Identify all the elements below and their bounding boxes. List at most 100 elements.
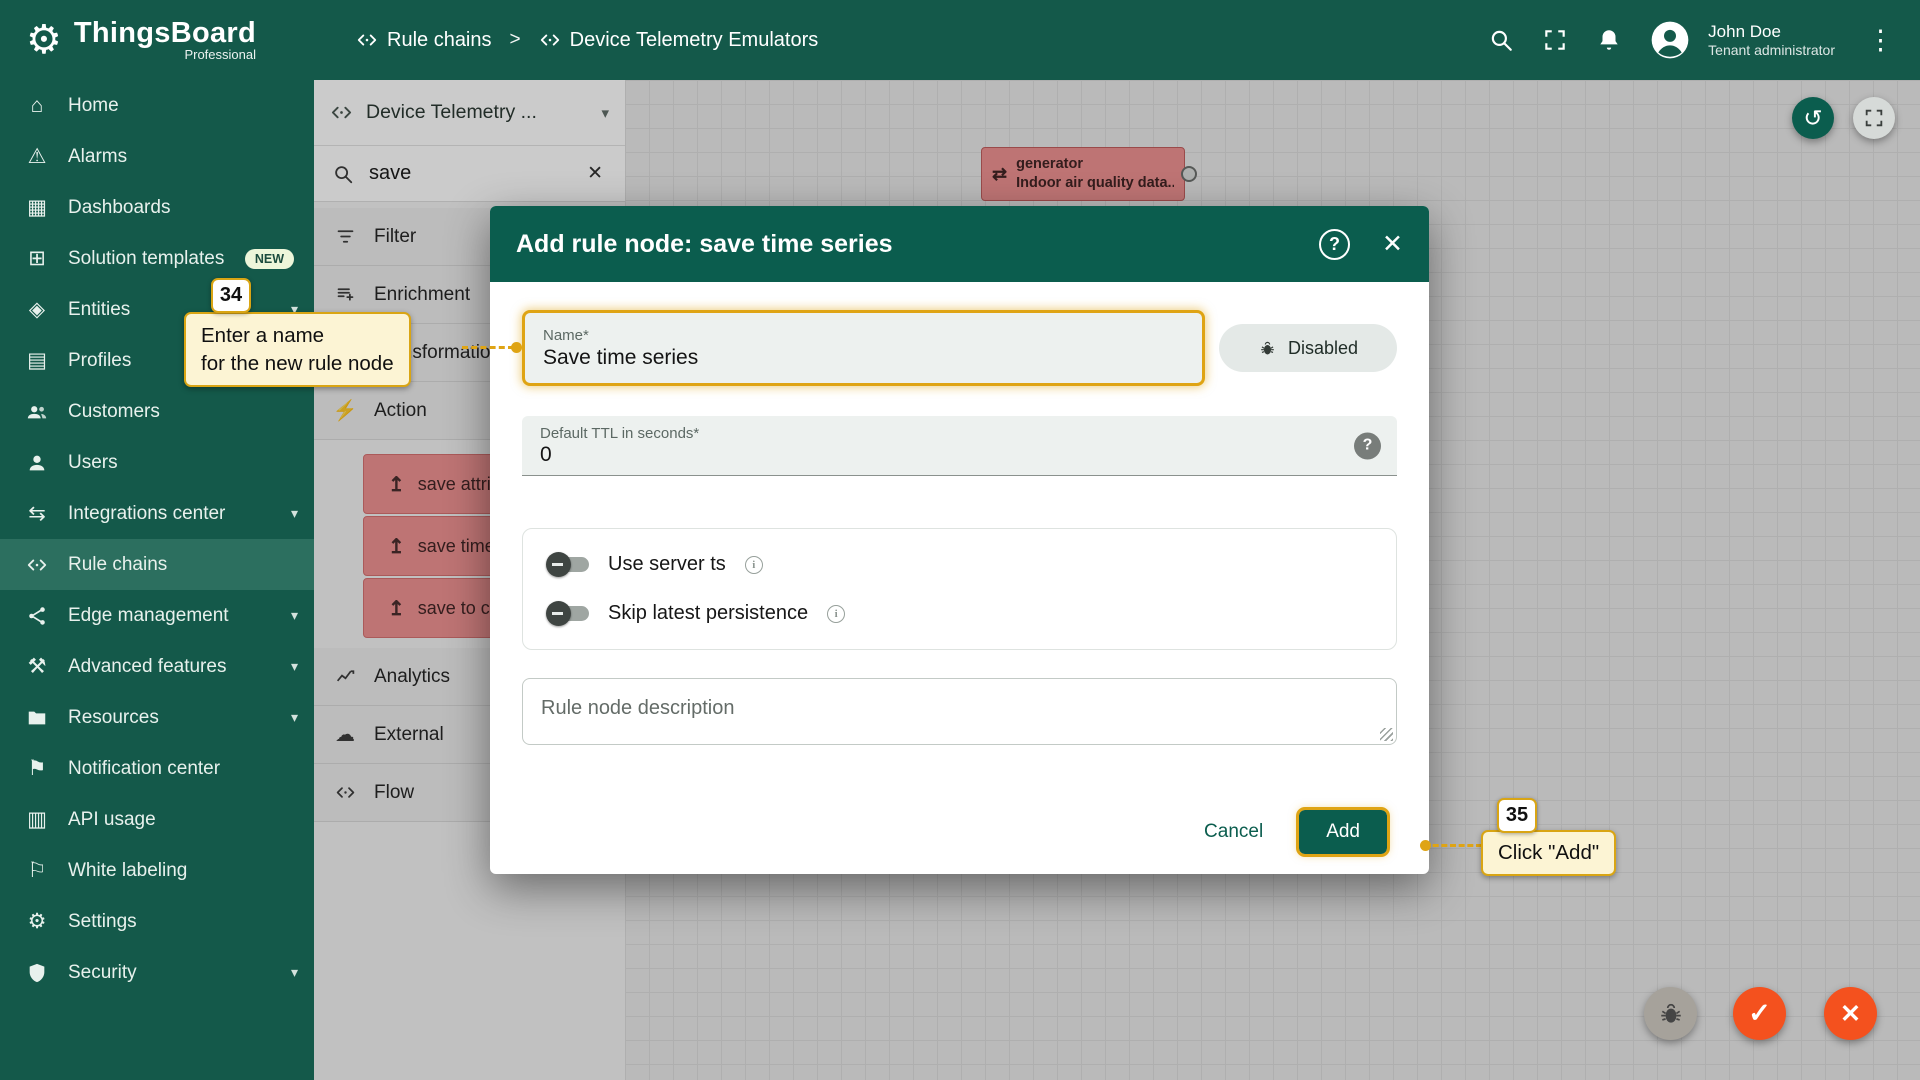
sidebar: ⌂ Home ⚠ Alarms ▦ Dashboards ⊞ Solution … (0, 80, 314, 1080)
discard-changes-button[interactable]: ✕ (1824, 987, 1877, 1040)
chevron-down-icon: ▾ (291, 709, 298, 726)
sidebar-item-dashboards[interactable]: ▦ Dashboards (0, 182, 314, 233)
annotation-dot-35 (1420, 840, 1431, 851)
thingsboard-app: ⚙ ThingsBoard Professional Rule chains >… (0, 0, 1920, 1080)
sidebar-item-edge-management[interactable]: Edge management ▾ (0, 590, 314, 641)
sidebar-item-white-labeling[interactable]: ⚐ White labeling (0, 845, 314, 896)
rule-chain-icon (356, 29, 378, 51)
breadcrumb-rule-chains[interactable]: Rule chains (356, 29, 492, 52)
alarm-icon: ⚠ (24, 145, 50, 169)
users-icon (24, 451, 50, 475)
solution-templates-icon: ⊞ (24, 247, 50, 271)
use-server-ts-label: Use server ts (608, 553, 726, 576)
name-input[interactable] (543, 346, 1184, 370)
resize-handle-icon[interactable] (1380, 728, 1393, 741)
rule-chain-icon (539, 29, 561, 51)
sidebar-item-users[interactable]: Users (0, 437, 314, 488)
fullscreen-icon[interactable] (1542, 27, 1568, 53)
info-icon: i (827, 605, 845, 623)
debug-disabled-button[interactable]: Disabled (1219, 324, 1397, 372)
profiles-icon: ▤ (24, 349, 50, 373)
header-actions: John Doe Tenant administrator ⋮ (1488, 20, 1920, 60)
debug-mode-button[interactable] (1644, 987, 1697, 1040)
step-tooltip-34: Enter a name for the new rule node (184, 312, 411, 387)
cancel-button[interactable]: Cancel (1204, 821, 1263, 843)
help-icon[interactable]: ? (1319, 229, 1350, 260)
settings-gear-icon: ⚙ (24, 910, 50, 934)
overflow-menu-icon[interactable]: ⋮ (1863, 25, 1898, 56)
breadcrumb: Rule chains > Device Telemetry Emulators (356, 29, 818, 52)
debug-button-label: Disabled (1288, 338, 1358, 359)
use-server-ts-toggle[interactable] (549, 557, 589, 572)
dialog-body: Name* Disabled Default TTL in seconds* ? (490, 282, 1429, 874)
sidebar-item-advanced-features[interactable]: ⚒ Advanced features ▾ (0, 641, 314, 692)
sidebar-item-resources[interactable]: Resources ▾ (0, 692, 314, 743)
annotation-connector-35 (1424, 844, 1482, 847)
info-icon: i (745, 556, 763, 574)
ttl-field: Default TTL in seconds* ? (522, 416, 1397, 476)
notification-flag-icon: ⚑ (24, 757, 50, 781)
close-icon[interactable]: ✕ (1382, 229, 1403, 259)
apply-changes-button[interactable]: ✓ (1733, 987, 1786, 1040)
dialog-title: Add rule node: save time series (516, 230, 1319, 259)
user-info: John Doe Tenant administrator (1708, 21, 1835, 60)
annotation-connector-34 (462, 346, 514, 349)
resources-folder-icon (24, 706, 50, 730)
ttl-help-icon[interactable]: ? (1354, 432, 1381, 459)
sidebar-item-api-usage[interactable]: ▥ API usage (0, 794, 314, 845)
canvas-fullscreen-button[interactable] (1853, 97, 1895, 139)
add-rule-node-dialog: Add rule node: save time series ? ✕ Name… (490, 206, 1429, 874)
sidebar-item-settings[interactable]: ⚙ Settings (0, 896, 314, 947)
notifications-bell-icon[interactable] (1596, 27, 1622, 53)
entities-icon: ◈ (24, 298, 50, 322)
skip-latest-persistence-toggle[interactable] (549, 606, 589, 621)
breadcrumb-current[interactable]: Device Telemetry Emulators (539, 29, 819, 52)
skip-latest-persistence-row: Skip latest persistence i (549, 602, 1370, 625)
breadcrumb-root-label: Rule chains (387, 29, 492, 52)
dialog-footer: Cancel Add (522, 810, 1397, 864)
integrations-icon: ⇆ (24, 502, 50, 526)
skip-latest-persistence-label: Skip latest persistence (608, 602, 808, 625)
user-avatar[interactable] (1650, 20, 1690, 60)
step-badge-34: 34 (211, 278, 251, 313)
user-role: Tenant administrator (1708, 42, 1835, 60)
add-button[interactable]: Add (1299, 810, 1387, 854)
user-name: John Doe (1708, 21, 1835, 42)
sidebar-item-integrations-center[interactable]: ⇆ Integrations center ▾ (0, 488, 314, 539)
app-edition: Professional (184, 48, 256, 62)
app-logo: ⚙ ThingsBoard Professional (0, 18, 314, 62)
toggle-settings-card: Use server ts i Skip latest persistence … (522, 528, 1397, 650)
chevron-down-icon: ▾ (291, 964, 298, 981)
ttl-input[interactable] (540, 443, 1379, 467)
description-field (522, 678, 1397, 745)
dashboards-icon: ▦ (24, 196, 50, 220)
rule-chain-icon (24, 553, 50, 577)
home-icon: ⌂ (24, 94, 50, 118)
api-usage-icon: ▥ (24, 808, 50, 832)
app-name: ThingsBoard (74, 18, 256, 48)
version-history-button[interactable]: ↺ (1792, 97, 1834, 139)
sidebar-item-rule-chains[interactable]: Rule chains (0, 539, 314, 590)
edge-management-icon (24, 604, 50, 628)
sidebar-item-notification-center[interactable]: ⚑ Notification center (0, 743, 314, 794)
sidebar-item-home[interactable]: ⌂ Home (0, 80, 314, 131)
step-badge-35: 35 (1497, 798, 1537, 833)
name-field: Name* (522, 310, 1205, 386)
sidebar-item-customers[interactable]: Customers (0, 386, 314, 437)
step-tooltip-35: Click "Add" (1481, 830, 1616, 876)
breadcrumb-current-label: Device Telemetry Emulators (570, 29, 819, 52)
use-server-ts-row: Use server ts i (549, 553, 1370, 576)
sidebar-item-security[interactable]: Security ▾ (0, 947, 314, 998)
new-badge: NEW (245, 249, 294, 269)
description-textarea[interactable] (523, 679, 1396, 744)
ttl-field-label: Default TTL in seconds* (540, 425, 1379, 442)
customers-icon (24, 400, 50, 424)
chevron-down-icon: ▾ (291, 505, 298, 522)
sidebar-item-alarms[interactable]: ⚠ Alarms (0, 131, 314, 182)
search-icon[interactable] (1488, 27, 1514, 53)
dialog-header: Add rule node: save time series ? ✕ (490, 206, 1429, 282)
top-header: ⚙ ThingsBoard Professional Rule chains >… (0, 0, 1920, 80)
logo-gear-icon: ⚙ (26, 20, 62, 60)
sidebar-item-solution-templates[interactable]: ⊞ Solution templates NEW (0, 233, 314, 284)
annotation-dot-34 (511, 342, 522, 353)
